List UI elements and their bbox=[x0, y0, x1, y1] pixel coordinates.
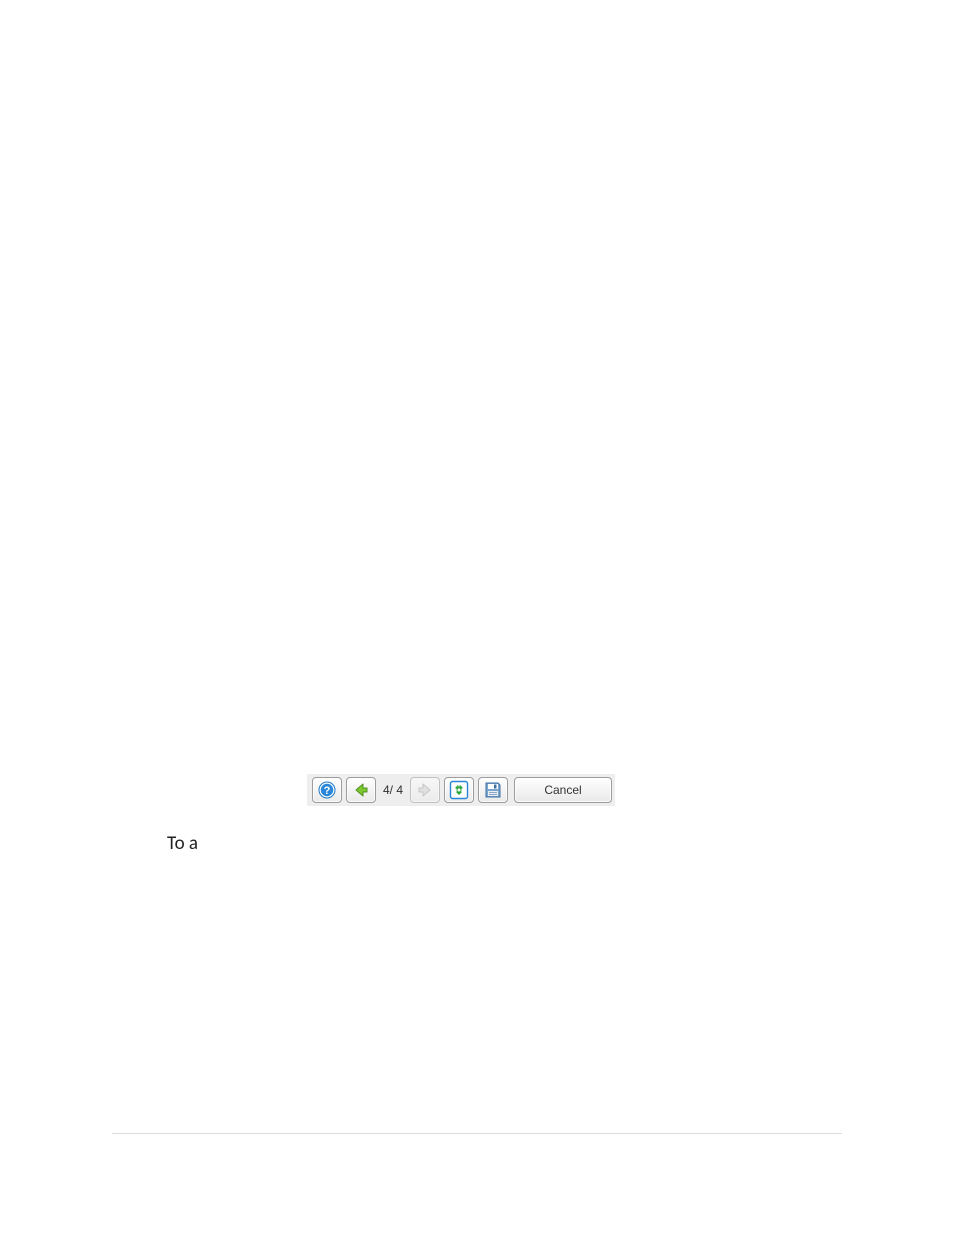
next-page-button[interactable] bbox=[410, 777, 440, 803]
help-button[interactable]: ? bbox=[312, 777, 342, 803]
arrow-left-icon bbox=[352, 781, 370, 799]
cancel-button-label: Cancel bbox=[544, 783, 581, 797]
arrow-right-icon bbox=[416, 781, 434, 799]
cancel-button[interactable]: Cancel bbox=[514, 777, 612, 803]
body-text: To a bbox=[167, 832, 198, 855]
help-icon: ? bbox=[318, 781, 336, 799]
divider bbox=[112, 1133, 842, 1134]
save-button[interactable] bbox=[478, 777, 508, 803]
recycle-icon bbox=[449, 780, 469, 800]
toolbar: ? 4/ 4 bbox=[307, 774, 615, 806]
page-indicator: 4/ 4 bbox=[378, 783, 408, 797]
refresh-button[interactable] bbox=[444, 777, 474, 803]
svg-text:?: ? bbox=[324, 785, 331, 797]
previous-page-button[interactable] bbox=[346, 777, 376, 803]
floppy-save-icon bbox=[484, 781, 502, 799]
